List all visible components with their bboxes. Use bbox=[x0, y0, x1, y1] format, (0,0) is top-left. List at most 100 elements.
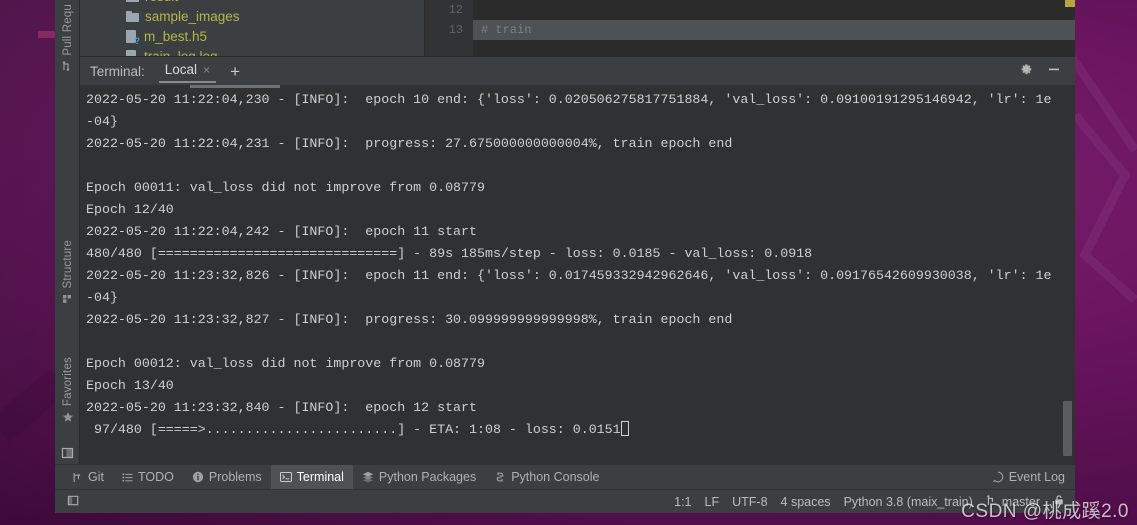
left-tool-stripe: Pull Requ Structure Favorites bbox=[55, 0, 80, 464]
terminal-line: Epoch 00012: val_loss did not improve fr… bbox=[86, 356, 485, 371]
lock-icon[interactable] bbox=[1053, 494, 1065, 509]
event-log-button[interactable]: Event Log bbox=[983, 465, 1075, 490]
pull-request-icon bbox=[62, 60, 73, 75]
folder-icon bbox=[126, 0, 139, 2]
favorites-label: Favorites bbox=[61, 357, 74, 407]
sidebar-item-structure[interactable]: Structure bbox=[55, 238, 80, 307]
terminal-cursor bbox=[620, 421, 629, 436]
tool-window-icon bbox=[61, 447, 73, 459]
terminal-line: Epoch 00011: val_loss did not improve fr… bbox=[86, 180, 485, 195]
minimize-icon[interactable] bbox=[1047, 62, 1061, 81]
tree-item-sample-images[interactable]: sample_images bbox=[80, 6, 424, 26]
tree-item-label: m_best.h5 bbox=[144, 28, 208, 44]
terminal-tab-local[interactable]: Local × bbox=[158, 59, 217, 83]
editor-text-area[interactable]: # train bbox=[473, 0, 1075, 56]
gear-icon[interactable] bbox=[1019, 62, 1033, 81]
status-bar-right: 1:1 LF UTF-8 4 spaces Python 3.8 (maix_t… bbox=[674, 494, 1075, 509]
status-bar-left bbox=[55, 494, 80, 510]
line-number: 12 bbox=[448, 3, 463, 17]
terminal-line: -04} bbox=[86, 114, 118, 129]
todo-list-icon bbox=[122, 472, 133, 483]
terminal-line: Epoch 13/40 bbox=[86, 378, 174, 393]
structure-label: Structure bbox=[61, 240, 74, 289]
tree-item-m-best-h5[interactable]: m_best.h5 bbox=[80, 26, 424, 46]
terminal-line: 2022-05-20 11:22:04,230 - [INFO]: epoch … bbox=[86, 92, 1052, 107]
terminal-line: Epoch 12/40 bbox=[86, 202, 174, 217]
python-interpreter[interactable]: Python 3.8 (maix_train) bbox=[844, 495, 973, 509]
tree-item-train-log[interactable]: train_log.log bbox=[80, 46, 424, 56]
tree-item-label: sample_images bbox=[145, 8, 240, 24]
structure-icon bbox=[62, 293, 73, 307]
terminal-top-scroll-indicator bbox=[190, 85, 280, 88]
terminal-line: 2022-05-20 11:22:04,231 - [INFO]: progre… bbox=[86, 136, 733, 151]
event-log-inner[interactable]: Event Log bbox=[983, 465, 1065, 490]
bottom-tab-git[interactable]: Git bbox=[63, 465, 113, 490]
bottom-tab-label: Python Packages bbox=[378, 470, 477, 484]
desktop-artifact bbox=[38, 31, 55, 38]
editor-panel[interactable]: 12 13 # train bbox=[425, 0, 1075, 56]
bottom-tab-label: TODO bbox=[137, 470, 174, 484]
indent-setting[interactable]: 4 spaces bbox=[781, 495, 831, 509]
file-encoding[interactable]: UTF-8 bbox=[732, 495, 767, 509]
terminal-title: Terminal: bbox=[90, 63, 145, 79]
git-branch-widget[interactable]: master bbox=[986, 495, 1040, 509]
terminal-line: 2022-05-20 11:22:04,242 - [INFO]: epoch … bbox=[86, 224, 477, 239]
status-bar: 1:1 LF UTF-8 4 spaces Python 3.8 (maix_t… bbox=[55, 489, 1075, 513]
tree-item-label: result bbox=[145, 0, 178, 4]
sidebar-item-favorites[interactable]: Favorites bbox=[55, 355, 80, 426]
tool-window-toggle[interactable] bbox=[55, 446, 80, 460]
event-log-icon bbox=[992, 471, 1004, 483]
caret-position[interactable]: 1:1 bbox=[674, 495, 691, 509]
bottom-tab-problems[interactable]: Problems bbox=[183, 465, 271, 490]
bottom-tab-label: Problems bbox=[208, 470, 262, 484]
git-branch-icon bbox=[986, 494, 997, 509]
folder-icon bbox=[126, 10, 139, 22]
branch-name: master bbox=[1001, 494, 1040, 509]
bottom-tab-python-packages[interactable]: Python Packages bbox=[353, 465, 485, 490]
git-branch-icon bbox=[72, 472, 83, 483]
tree-item-label: train_log.log bbox=[144, 48, 218, 57]
file-icon bbox=[126, 49, 138, 56]
status-widget-icon[interactable] bbox=[67, 494, 80, 510]
upper-region: result sample_images m_best.h5 train_log… bbox=[80, 0, 1075, 56]
terminal-header: Terminal: Local × + bbox=[80, 57, 1075, 85]
event-log-label: Event Log bbox=[1008, 470, 1065, 484]
content-column: result sample_images m_best.h5 train_log… bbox=[80, 0, 1075, 464]
bottom-tab-label: Git bbox=[88, 470, 104, 484]
terminal-line: -04} bbox=[86, 290, 118, 305]
terminal-line: 2022-05-20 11:23:32,826 - [INFO]: epoch … bbox=[86, 268, 1052, 283]
bottom-tool-bar: Git TODO Problems Terminal Python Packag… bbox=[55, 464, 1075, 490]
bottom-tab-label: Python Console bbox=[511, 470, 600, 484]
terminal-scrollbar[interactable] bbox=[1063, 401, 1072, 456]
editor-code-line[interactable]: # train bbox=[473, 20, 1075, 40]
terminal-line: 2022-05-20 11:23:32,840 - [INFO]: epoch … bbox=[86, 400, 477, 415]
line-number: 13 bbox=[448, 23, 463, 37]
terminal-icon bbox=[279, 471, 292, 483]
ide-window: Pull Requ Structure Favorites sample_ima… bbox=[55, 0, 1075, 513]
terminal-line: 480/480 [==============================]… bbox=[86, 246, 813, 261]
pull-requests-label: Pull Requ bbox=[61, 4, 74, 56]
problems-icon bbox=[192, 471, 204, 483]
bottom-tab-todo[interactable]: TODO bbox=[113, 465, 183, 490]
bottom-tab-label: Terminal bbox=[296, 470, 344, 484]
editor-gutter: 12 13 bbox=[425, 0, 473, 56]
terminal-tab-label: Local bbox=[164, 62, 198, 77]
ide-body: Pull Requ Structure Favorites sample_ima… bbox=[55, 0, 1075, 464]
bottom-tab-terminal[interactable]: Terminal bbox=[270, 464, 353, 490]
terminal-line-current: 97/480 [=====>........................] … bbox=[86, 419, 1075, 441]
terminal-line-text: 97/480 [=====>........................] … bbox=[86, 422, 621, 437]
terminal-output[interactable]: 2022-05-20 11:22:04,230 - [INFO]: epoch … bbox=[80, 85, 1075, 464]
python-console-icon bbox=[494, 471, 506, 483]
terminal-header-actions bbox=[1019, 62, 1067, 81]
close-icon[interactable]: × bbox=[203, 63, 210, 77]
file-unknown-icon bbox=[126, 29, 140, 46]
new-terminal-tab-button[interactable]: + bbox=[230, 63, 240, 80]
project-tree-panel[interactable]: result sample_images m_best.h5 train_log… bbox=[80, 0, 425, 56]
bottom-tab-python-console[interactable]: Python Console bbox=[485, 465, 608, 490]
sidebar-item-pull-requests[interactable]: Pull Requ bbox=[55, 2, 80, 75]
star-icon bbox=[62, 411, 74, 426]
packages-icon bbox=[362, 471, 374, 483]
line-separator[interactable]: LF bbox=[705, 495, 720, 509]
